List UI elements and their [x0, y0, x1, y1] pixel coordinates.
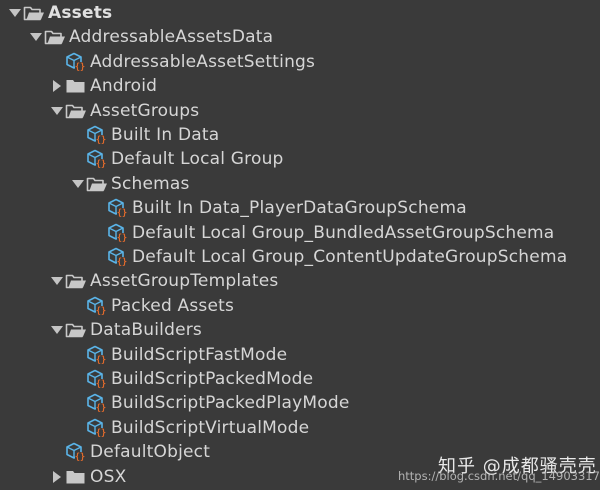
folder-open-icon: [44, 27, 66, 47]
arrow-spacer: [70, 371, 86, 387]
tree-item-label: AddressableAssetSettings: [90, 51, 316, 72]
arrow-spacer: [70, 395, 86, 411]
collapse-arrow-icon[interactable]: [49, 469, 65, 485]
svg-text:{}: {}: [75, 62, 85, 72]
scriptable-object-icon: {}: [65, 442, 87, 462]
tree-item-label: Schemas: [111, 173, 190, 194]
tree-item[interactable]: {} Default Local Group_ContentUpdateGroup…: [0, 245, 600, 269]
tree-item[interactable]: {} Packed Assets: [0, 294, 600, 318]
arrow-spacer: [70, 420, 86, 436]
tree-item-label: BuildScriptPackedMode: [111, 369, 314, 389]
watermark-url: https://blog.csdn.net/qq_14903317: [398, 469, 600, 483]
svg-text:{}: {}: [96, 160, 106, 170]
svg-text:{}: {}: [117, 233, 127, 243]
tree-item[interactable]: AssetGroups: [0, 99, 600, 123]
tree-item[interactable]: {} BuildScriptPackedMode: [0, 367, 600, 391]
scriptable-object-icon: {}: [86, 296, 108, 316]
arrow-spacer: [91, 225, 107, 241]
expand-arrow-icon[interactable]: [49, 322, 65, 338]
tree-item-label: BuildScriptFastMode: [111, 344, 288, 365]
tree-item-label: BuildScriptVirtualMode: [111, 417, 310, 438]
folder-open-icon: [65, 101, 87, 121]
expand-arrow-icon[interactable]: [49, 273, 65, 289]
svg-text:{}: {}: [96, 380, 106, 390]
expand-arrow-icon[interactable]: [70, 176, 86, 192]
arrow-spacer: [70, 127, 86, 143]
collapse-arrow-icon[interactable]: [49, 78, 65, 94]
arrow-spacer: [91, 249, 107, 265]
folder-icon: [65, 76, 87, 96]
tree-item[interactable]: {} BuildScriptFastMode: [0, 343, 600, 367]
tree-item-label: DataBuilders: [90, 320, 202, 341]
svg-text:{}: {}: [96, 404, 106, 414]
tree-item[interactable]: {} BuildScriptPackedPlayMode: [0, 391, 600, 415]
scriptable-object-icon: {}: [86, 149, 108, 169]
svg-text:{}: {}: [117, 209, 127, 219]
tree-item[interactable]: {} Built In Data_PlayerDataGroupSchema: [0, 196, 600, 220]
svg-text:{}: {}: [117, 258, 127, 268]
svg-text:{}: {}: [96, 428, 106, 438]
svg-text:{}: {}: [96, 136, 106, 146]
tree-item-label: DefaultObject: [90, 442, 211, 463]
expand-arrow-icon[interactable]: [49, 103, 65, 119]
tree-item-label: Default Local Group_ContentUpdateGroupSc…: [132, 247, 568, 267]
scriptable-object-icon: {}: [86, 125, 108, 145]
svg-text:{}: {}: [96, 306, 106, 316]
scriptable-object-icon: {}: [107, 198, 129, 218]
arrow-spacer: [70, 347, 86, 363]
tree-item[interactable]: AddressableAssetsData: [0, 25, 600, 49]
folder-open-icon: [23, 3, 45, 23]
tree-item-label: AddressableAssetsData: [69, 27, 274, 48]
scriptable-object-icon: {}: [86, 369, 108, 389]
folder-icon: [65, 467, 87, 487]
tree-item-label: Default Local Group_BundledAssetGroupSch…: [132, 222, 555, 243]
expand-arrow-icon[interactable]: [7, 5, 23, 21]
tree-item-label: OSX: [90, 466, 127, 487]
tree-item-label: AssetGroupTemplates: [90, 271, 279, 292]
scriptable-object-icon: {}: [86, 418, 108, 438]
expand-arrow-icon[interactable]: [28, 29, 44, 45]
tree-item-label: BuildScriptPackedPlayMode: [111, 393, 350, 414]
tree-item[interactable]: Android: [0, 74, 600, 98]
tree-item-label: Default Local Group: [111, 149, 284, 170]
tree-item[interactable]: Schemas: [0, 172, 600, 196]
arrow-spacer: [70, 151, 86, 167]
arrow-spacer: [70, 298, 86, 314]
folder-open-icon: [86, 174, 108, 194]
svg-text:{}: {}: [75, 453, 85, 463]
arrow-spacer: [91, 200, 107, 216]
tree-item-label: Assets: [48, 3, 113, 23]
scriptable-object-icon: {}: [107, 223, 129, 243]
tree-item[interactable]: Assets: [0, 1, 600, 25]
tree-item[interactable]: DataBuilders: [0, 318, 600, 342]
tree-item[interactable]: AssetGroupTemplates: [0, 269, 600, 293]
tree-item[interactable]: {} Default Local Group: [0, 147, 600, 171]
scriptable-object-icon: {}: [86, 345, 108, 365]
tree-item[interactable]: {} Default Local Group_BundledAssetGroupS…: [0, 221, 600, 245]
tree-item-label: AssetGroups: [90, 100, 200, 121]
arrow-spacer: [49, 444, 65, 460]
tree-item[interactable]: {} Built In Data: [0, 123, 600, 147]
arrow-spacer: [49, 54, 65, 70]
tree-item-label: Packed Assets: [111, 295, 235, 316]
tree-item-label: Android: [90, 76, 158, 97]
tree-item-label: Built In Data_PlayerDataGroupSchema: [132, 198, 467, 219]
scriptable-object-icon: {}: [107, 247, 129, 267]
tree-item[interactable]: {} BuildScriptVirtualMode: [0, 416, 600, 440]
tree-item-label: Built In Data: [111, 125, 220, 145]
project-tree: Assets AddressableAssetsData {} Addressable…: [0, 0, 600, 490]
folder-open-icon: [65, 320, 87, 340]
scriptable-object-icon: {}: [86, 393, 108, 413]
watermark: 知乎 @成都骚壳壳 https://blog.csdn.net/qq_14903…: [398, 452, 600, 488]
tree-item[interactable]: {} AddressableAssetSettings: [0, 50, 600, 74]
folder-open-icon: [65, 271, 87, 291]
scriptable-object-icon: {}: [65, 52, 87, 72]
svg-text:{}: {}: [96, 355, 106, 365]
